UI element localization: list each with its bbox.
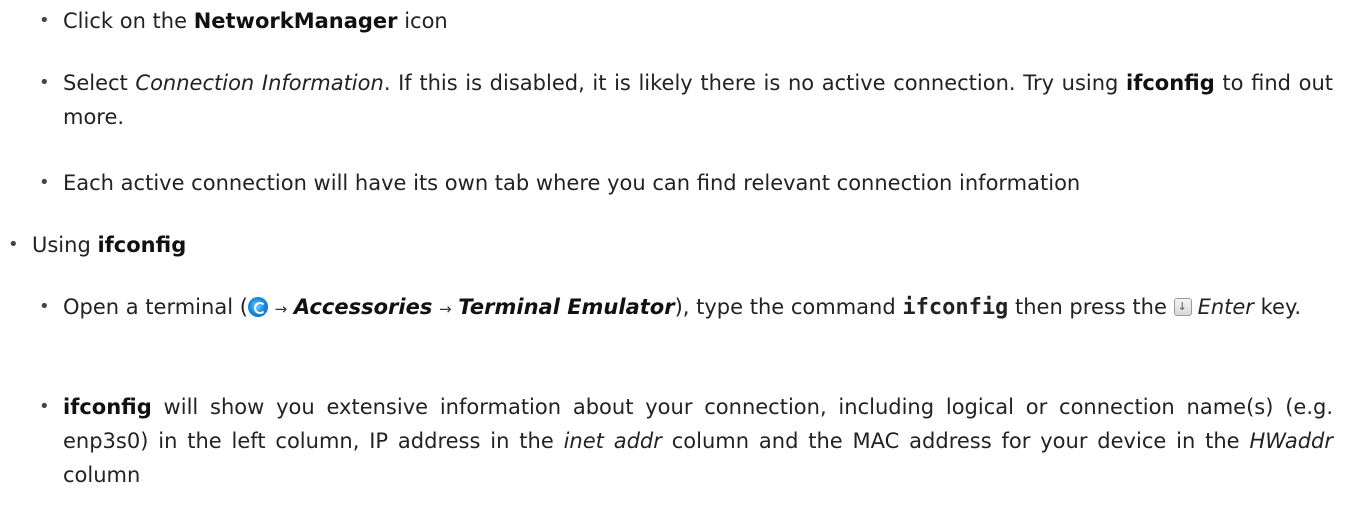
arrow-icon: →: [274, 300, 288, 318]
applications-menu-icon: [247, 297, 268, 317]
arrow-icon: →: [439, 300, 452, 318]
column-ref: inet addr: [563, 429, 662, 453]
enter-key-icon: [1173, 290, 1192, 324]
list-item-text: Open a terminal ( → Accessories → Termin…: [63, 290, 1333, 326]
list-item: • ifconfig will show you extensive infor…: [39, 390, 1334, 492]
command-ref: ifconfig: [902, 295, 1009, 320]
command-ref: ifconfig: [97, 233, 187, 257]
column-ref: HWaddr: [1249, 429, 1334, 453]
document-body: • Click on the NetworkManager icon • Sel…: [0, 0, 1357, 509]
bullet: •: [8, 234, 19, 255]
list-item: • Select Connection Information. If this…: [39, 66, 1333, 134]
list-item: • Using ifconfig: [8, 228, 1310, 262]
list-item: • Each active connection will have its o…: [39, 166, 1333, 200]
list-item: • Click on the NetworkManager icon: [39, 4, 1333, 38]
bullet: •: [39, 296, 50, 317]
menu-ref-terminal: Terminal Emulator: [458, 295, 675, 319]
list-item-text: Each active connection will have its own…: [63, 171, 1081, 195]
bullet: •: [39, 172, 50, 193]
key-name: Enter: [1197, 295, 1254, 319]
menu-ref-accessories: Accessories: [293, 295, 433, 319]
bullet: •: [39, 396, 50, 417]
bullet: •: [39, 72, 50, 93]
command-ref: ifconfig: [63, 395, 152, 419]
bullet: •: [39, 10, 50, 31]
list-item-text: Click on the NetworkManager icon: [63, 9, 448, 33]
app-name: NetworkManager: [193, 9, 398, 33]
list-item-text: Select Connection Information. If this i…: [63, 71, 1333, 129]
list-item-text: Using ifconfig: [32, 233, 187, 257]
list-item-text: ifconfig will show you extensive informa…: [63, 395, 1334, 487]
command-ref: ifconfig: [1126, 71, 1215, 95]
list-item: • Open a terminal ( → Accessories → Term…: [39, 290, 1333, 326]
menu-item-ref: Connection Information: [135, 71, 384, 95]
